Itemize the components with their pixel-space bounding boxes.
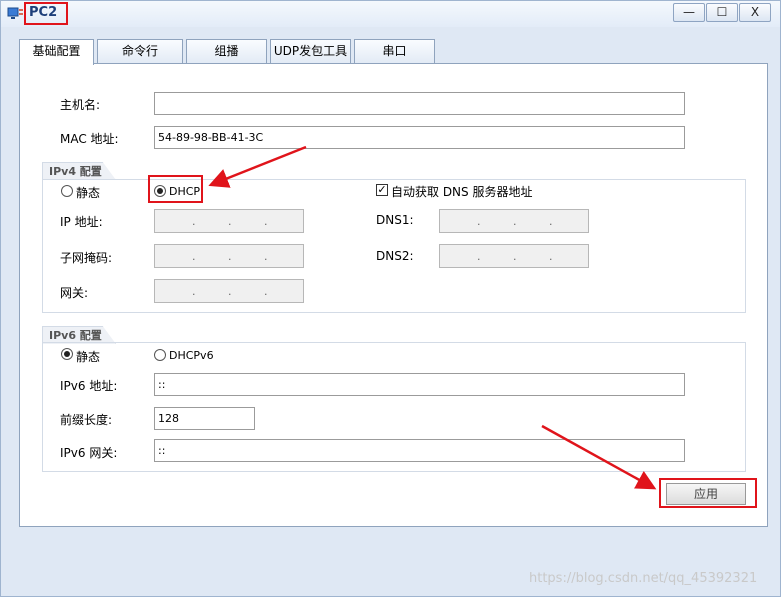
pc2-window: PC2 — ☐ X 基础配置 命令行 组播 UDP发包工具 串口 主机名: MA… [0, 0, 781, 597]
watermark-text: https://blog.csdn.net/qq_45392321 [529, 571, 758, 586]
tab-basic-config[interactable]: 基础配置 [19, 39, 94, 65]
annotation-arrows [208, 145, 657, 490]
arrow-to-apply [541, 424, 657, 490]
arrow-to-dhcp [208, 145, 307, 188]
